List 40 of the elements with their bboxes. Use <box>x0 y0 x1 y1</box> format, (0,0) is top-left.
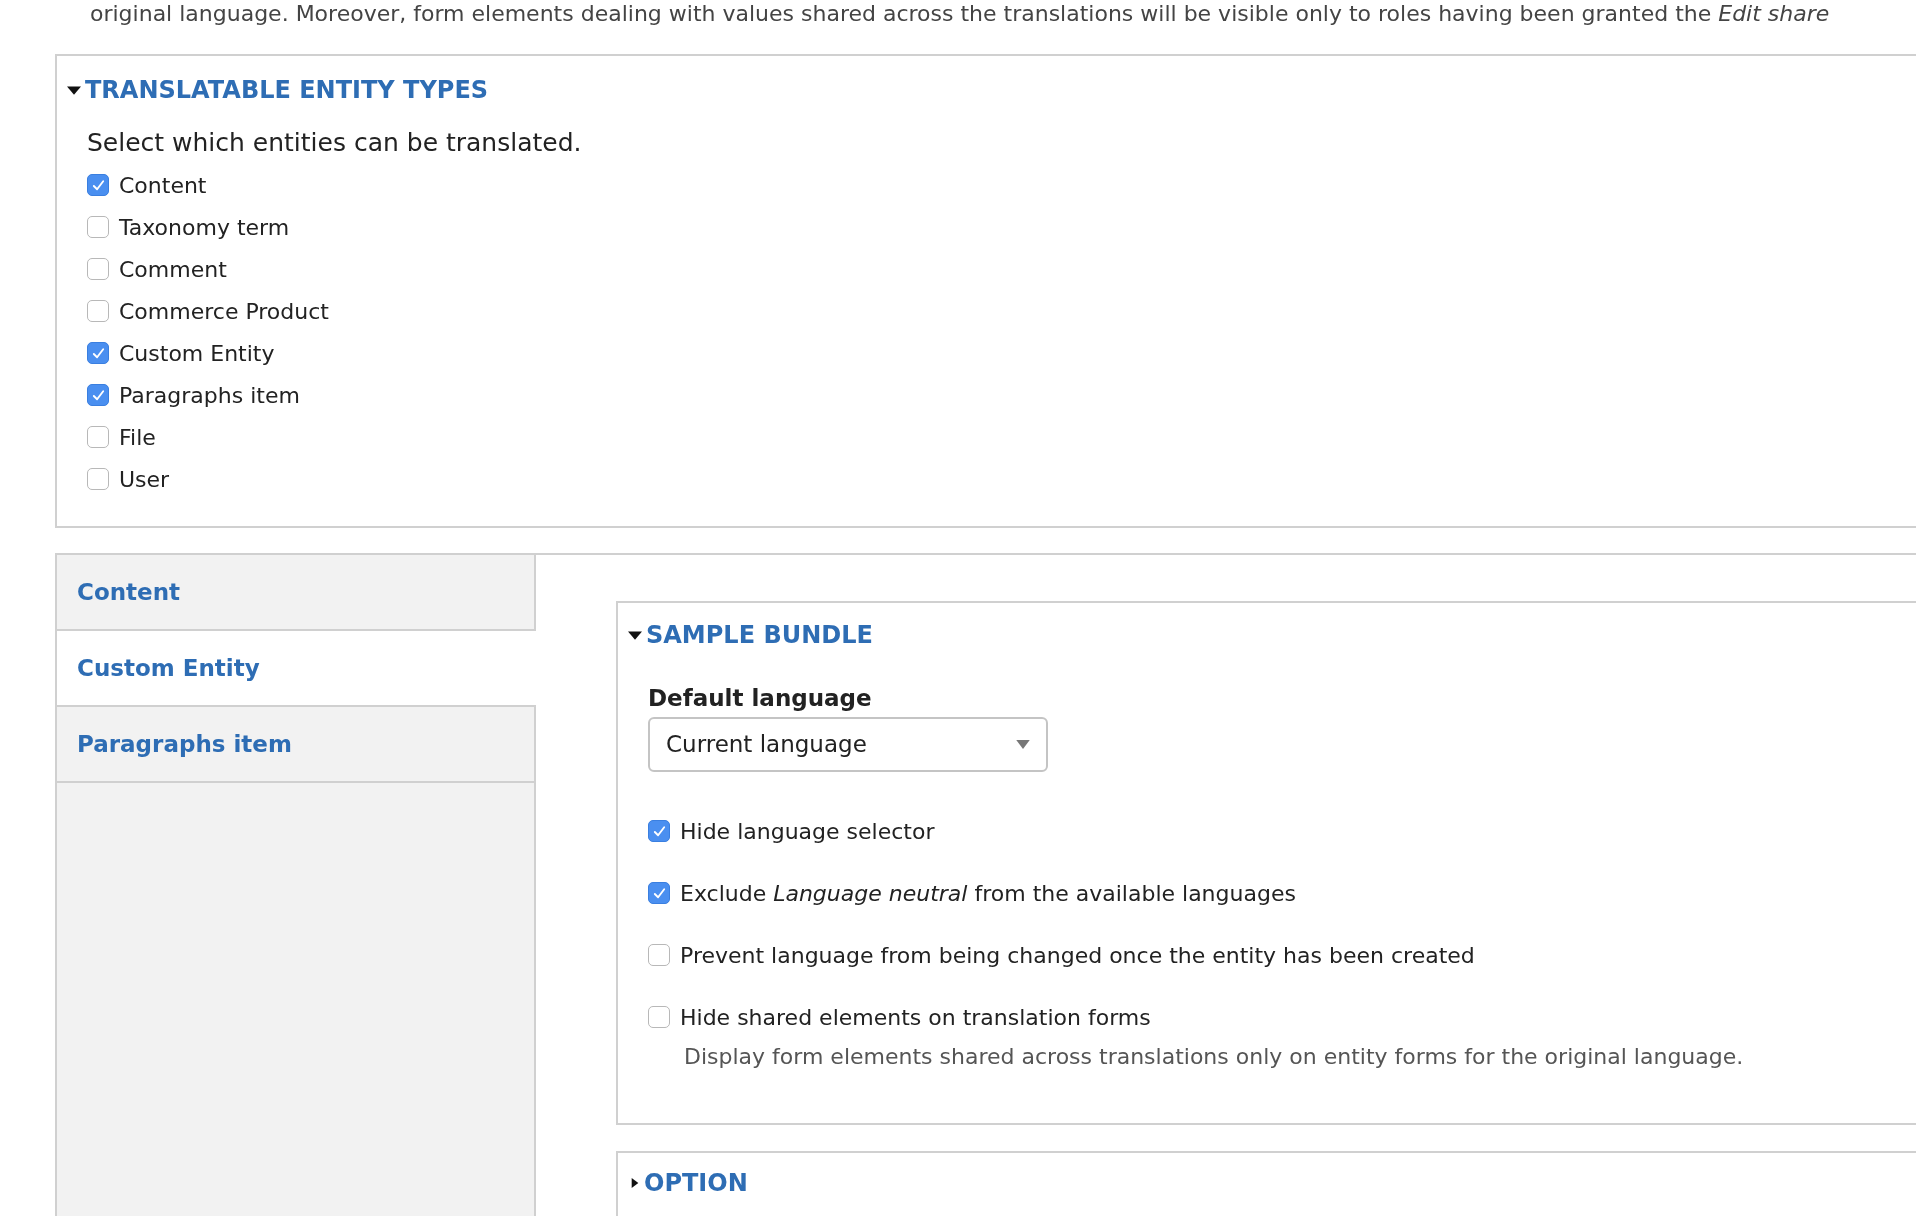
section-title-link[interactable]: SAMPLE BUNDLE <box>646 623 873 647</box>
checkbox[interactable] <box>87 342 109 364</box>
checkbox[interactable] <box>87 468 109 490</box>
checkbox[interactable] <box>87 174 109 196</box>
section-title-link[interactable]: TRANSLATABLE ENTITY TYPES <box>85 78 489 102</box>
checkbox[interactable] <box>87 300 109 322</box>
checkbox-label[interactable]: Taxonomy term <box>119 210 290 244</box>
checkmark-icon <box>90 345 106 361</box>
help-text: Display form elements shared across translations only on entity forms for the original language. <box>683 1043 1745 1071</box>
checkmark-icon <box>651 823 667 839</box>
caret-right-icon[interactable] <box>630 1176 640 1190</box>
dropdown-caret-icon <box>1016 740 1030 749</box>
checkbox[interactable] <box>87 216 109 238</box>
checkbox[interactable] <box>648 944 670 966</box>
checkmark-icon <box>90 177 106 193</box>
checkbox[interactable] <box>648 882 670 904</box>
checkbox[interactable] <box>87 426 109 448</box>
checkbox-label[interactable]: Comment <box>119 252 227 286</box>
checkmark-icon <box>651 885 667 901</box>
checkbox[interactable] <box>648 1006 670 1028</box>
checkbox-label[interactable]: Custom Entity <box>119 336 275 370</box>
checkbox[interactable] <box>87 384 109 406</box>
checkmark-icon <box>90 387 106 403</box>
checkbox-label[interactable]: Paragraphs item <box>119 378 300 412</box>
checkbox-label[interactable]: Prevent language from being changed once the entity has been created <box>680 938 1475 972</box>
intro-paragraph: original language. Moreover, form elements dealing with values shared across the translations will be visible only to roles having been granted the Edit share <box>89 0 1831 28</box>
checkbox-label[interactable]: File <box>119 420 156 454</box>
checkbox[interactable] <box>648 820 670 842</box>
checkbox-label[interactable]: Content <box>119 168 207 202</box>
checkbox-label[interactable]: User <box>119 462 170 496</box>
vertical-tab[interactable]: Custom Entity <box>57 631 536 707</box>
checkbox-label[interactable]: Exclude Language neutral from the available languages <box>680 876 1296 910</box>
language-select[interactable]: Current language <box>648 717 1048 772</box>
checkbox-label[interactable]: Commerce Product <box>119 294 329 328</box>
checkbox[interactable] <box>87 258 109 280</box>
section-title-link[interactable]: OPTION <box>644 1171 748 1195</box>
checkbox-label[interactable]: Hide shared elements on translation forms <box>680 1000 1151 1034</box>
checkbox-label[interactable]: Hide language selector <box>680 814 935 848</box>
description-text: Select which entities can be translated. <box>87 127 583 159</box>
field-label: Default language <box>648 684 873 713</box>
